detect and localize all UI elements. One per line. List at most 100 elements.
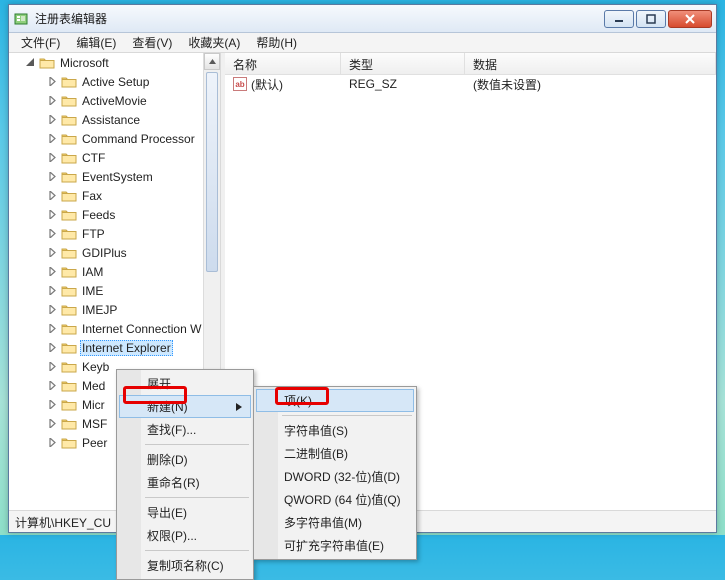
close-button[interactable] — [668, 10, 712, 28]
toggle-icon[interactable] — [47, 76, 58, 87]
tree-item[interactable]: ActiveMovie — [9, 91, 220, 110]
toggle-icon[interactable] — [47, 418, 58, 429]
separator — [145, 444, 249, 445]
tree-item[interactable]: CTF — [9, 148, 220, 167]
tree-label: Med — [80, 379, 107, 393]
separator — [145, 497, 249, 498]
ctx-new[interactable]: 新建(N) — [119, 395, 251, 418]
tree-item[interactable]: Command Processor — [9, 129, 220, 148]
new-expandstring[interactable]: 可扩充字符串值(E) — [256, 534, 414, 557]
tree-label: IME — [80, 284, 105, 298]
folder-icon — [61, 303, 77, 317]
toggle-icon[interactable] — [47, 190, 58, 201]
tree-label: Micr — [80, 398, 107, 412]
col-name[interactable]: 名称 — [225, 53, 341, 74]
tree-label: IMEJP — [80, 303, 119, 317]
tree-label: IAM — [80, 265, 105, 279]
ctx-expand[interactable]: 展开 — [119, 372, 251, 395]
folder-icon — [61, 341, 77, 355]
new-string[interactable]: 字符串值(S) — [256, 419, 414, 442]
maximize-button[interactable] — [636, 10, 666, 28]
folder-icon — [61, 132, 77, 146]
app-icon — [13, 11, 29, 27]
toggle-icon[interactable] — [47, 285, 58, 296]
tree-item[interactable]: IMEJP — [9, 300, 220, 319]
folder-icon — [61, 322, 77, 336]
folder-icon — [61, 75, 77, 89]
scroll-thumb[interactable] — [206, 72, 218, 272]
ctx-export[interactable]: 导出(E) — [119, 501, 251, 524]
folder-icon — [61, 265, 77, 279]
titlebar[interactable]: 注册表编辑器 — [9, 5, 716, 33]
tree-item[interactable]: Feeds — [9, 205, 220, 224]
toggle-icon[interactable] — [47, 361, 58, 372]
toggle-icon[interactable] — [47, 152, 58, 163]
toggle-icon[interactable] — [47, 95, 58, 106]
tree-label: Peer — [80, 436, 109, 450]
submenu-arrow-icon — [236, 400, 242, 414]
tree-item[interactable]: FTP — [9, 224, 220, 243]
tree-item[interactable]: EventSystem — [9, 167, 220, 186]
menu-view[interactable]: 查看(V) — [124, 32, 180, 53]
window-title: 注册表编辑器 — [35, 10, 602, 27]
toggle-icon[interactable] — [47, 342, 58, 353]
tree-item[interactable]: IAM — [9, 262, 220, 281]
tree-label: GDIPlus — [80, 246, 129, 260]
new-multistring[interactable]: 多字符串值(M) — [256, 511, 414, 534]
toggle-icon[interactable] — [47, 437, 58, 448]
new-key[interactable]: 项(K) — [256, 389, 414, 412]
toggle-icon[interactable] — [47, 114, 58, 125]
tree-label: Command Processor — [80, 132, 197, 146]
string-value-icon: ab — [233, 77, 247, 91]
folder-icon — [61, 189, 77, 203]
tree-label: Feeds — [80, 208, 117, 222]
menu-edit[interactable]: 编辑(E) — [68, 32, 124, 53]
ctx-copykey[interactable]: 复制项名称(C) — [119, 554, 251, 577]
toggle-icon[interactable] — [47, 304, 58, 315]
toggle-icon[interactable] — [25, 57, 36, 68]
tree-item[interactable]: Active Setup — [9, 72, 220, 91]
menubar: 文件(F) 编辑(E) 查看(V) 收藏夹(A) 帮助(H) — [9, 33, 716, 53]
toggle-icon[interactable] — [47, 133, 58, 144]
col-type[interactable]: 类型 — [341, 53, 465, 74]
context-menu[interactable]: 展开 新建(N) 查找(F)... 删除(D) 重命名(R) 导出(E) 权限(… — [116, 369, 254, 580]
minimize-button[interactable] — [604, 10, 634, 28]
new-qword[interactable]: QWORD (64 位)值(Q) — [256, 488, 414, 511]
toggle-icon[interactable] — [47, 399, 58, 410]
toggle-icon[interactable] — [47, 323, 58, 334]
menu-help[interactable]: 帮助(H) — [248, 32, 305, 53]
tree-label: ActiveMovie — [80, 94, 149, 108]
menu-file[interactable]: 文件(F) — [13, 32, 68, 53]
toggle-icon[interactable] — [47, 247, 58, 258]
ctx-delete[interactable]: 删除(D) — [119, 448, 251, 471]
toggle-icon[interactable] — [47, 380, 58, 391]
tree-item[interactable]: Internet Connection W — [9, 319, 220, 338]
list-row[interactable]: ab (默认) REG_SZ (数值未设置) — [225, 75, 716, 93]
tree-label: Internet Explorer — [80, 340, 173, 356]
tree-root[interactable]: Microsoft — [9, 53, 220, 72]
tree-item[interactable]: Assistance — [9, 110, 220, 129]
toggle-icon[interactable] — [47, 228, 58, 239]
col-data[interactable]: 数据 — [465, 53, 716, 74]
tree-item[interactable]: GDIPlus — [9, 243, 220, 262]
tree-item[interactable]: Internet Explorer — [9, 338, 220, 357]
status-path: 计算机\HKEY_CU — [15, 516, 111, 530]
scroll-up-button[interactable] — [204, 53, 220, 70]
ctx-new-label: 新建(N) — [147, 400, 188, 414]
new-binary[interactable]: 二进制值(B) — [256, 442, 414, 465]
ctx-permissions[interactable]: 权限(P)... — [119, 524, 251, 547]
folder-icon — [61, 436, 77, 450]
ctx-rename[interactable]: 重命名(R) — [119, 471, 251, 494]
toggle-icon[interactable] — [47, 171, 58, 182]
ctx-find[interactable]: 查找(F)... — [119, 418, 251, 441]
tree-item[interactable]: IME — [9, 281, 220, 300]
menu-favorites[interactable]: 收藏夹(A) — [180, 32, 248, 53]
new-submenu[interactable]: 项(K) 字符串值(S) 二进制值(B) DWORD (32-位)值(D) QW… — [253, 386, 417, 560]
tree-label: Keyb — [80, 360, 111, 374]
toggle-icon[interactable] — [47, 266, 58, 277]
tree-item[interactable]: Fax — [9, 186, 220, 205]
value-data: (数值未设置) — [465, 76, 716, 93]
toggle-icon[interactable] — [47, 209, 58, 220]
new-dword[interactable]: DWORD (32-位)值(D) — [256, 465, 414, 488]
folder-icon — [61, 284, 77, 298]
